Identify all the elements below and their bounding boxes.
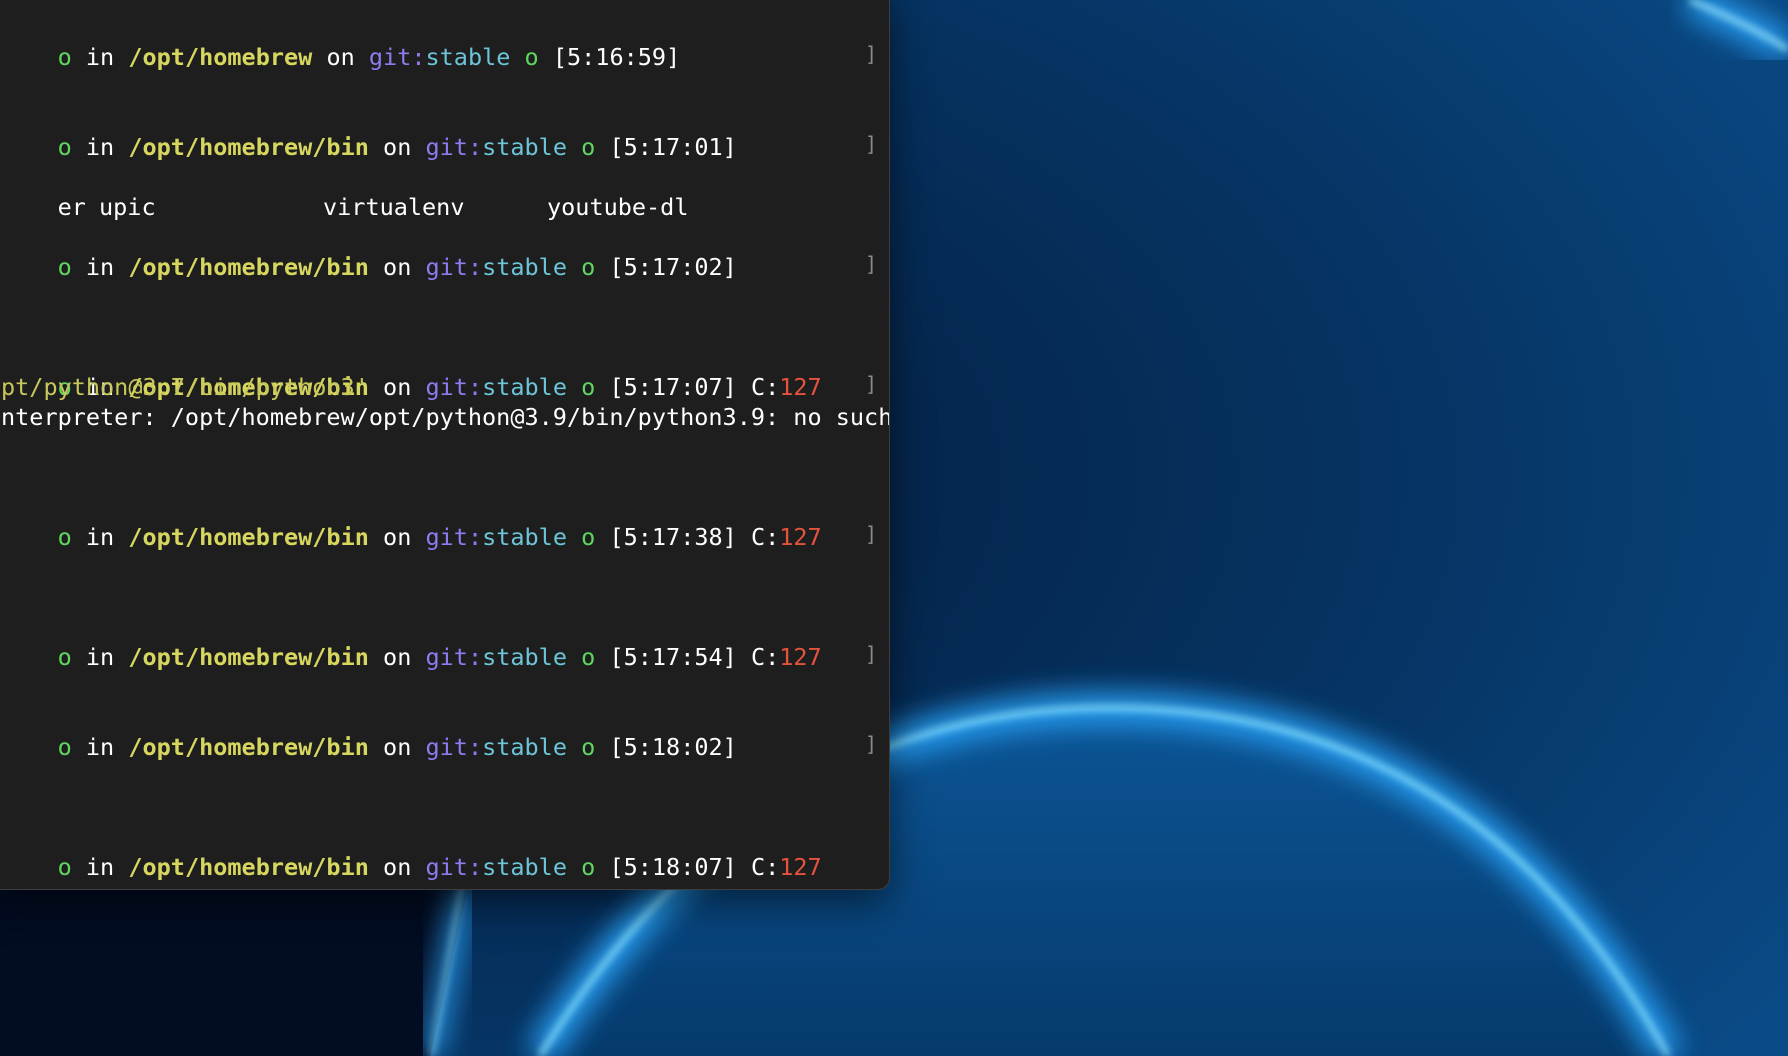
prompt-path: /opt/homebrew/bin [128,853,369,881]
prompt-line-2: o in /opt/homebrew/bin on git:stable o [… [1,102,737,192]
python-alias-line: pt/python@3.7/bin/python3' [1,373,369,401]
prompt-line-7: o in /opt/homebrew/bin on git:stable o [… [1,702,737,792]
prompt-time: [5:18:07] [609,853,737,881]
prompt-in: in [85,853,115,881]
prompt-mark: o [57,43,72,71]
git-prefix: git: [425,373,483,401]
prompt-line-6: o in /opt/homebrew/bin on git:stable o [… [1,612,822,702]
ls-entry: youtube-dl [547,193,689,221]
prompt-on: on [383,373,412,401]
prompt-on: on [383,643,412,671]
git-status: o [581,853,596,881]
right-prompt-bracket: ] [865,522,878,546]
git-prefix: git: [425,523,483,551]
prompt-time: [5:17:07] [609,373,737,401]
right-prompt-bracket: ] [865,642,878,666]
git-prefix: git: [425,253,483,281]
prompt-in: in [85,733,115,761]
prompt-on: on [383,733,412,761]
terminal-window[interactable]: o in /opt/homebrew on git:stable o [5:16… [0,0,890,890]
prompt-mark: o [57,253,72,281]
prompt-path: /opt/homebrew/bin [128,733,369,761]
git-branch: stable [482,523,567,551]
prompt-path: /opt/homebrew/bin [128,643,369,671]
error-line: nterpreter: /opt/homebrew/opt/python@3.9… [1,403,890,431]
prompt-line-5: o in /opt/homebrew/bin on git:stable o [… [1,492,822,582]
prompt-time: [5:17:38] [609,523,737,551]
prompt-path: /opt/homebrew [128,43,313,71]
right-prompt-bracket: ] [865,732,878,756]
prompt-in: in [85,643,115,671]
git-prefix: git: [425,133,483,161]
prompt-time: [5:17:54] [609,643,737,671]
git-status: o [581,733,596,761]
prompt-mark: o [57,853,72,881]
exit-code: 127 [779,373,822,401]
prompt-line-8: o in /opt/homebrew/bin on git:stable o [… [1,822,822,889]
ls-entry: er [57,193,86,221]
prompt-on: on [383,253,412,281]
git-status: o [581,523,596,551]
exit-code-label: C: [750,373,780,401]
prompt-in: in [85,523,115,551]
git-branch: stable [482,253,567,281]
prompt-in: in [85,253,115,281]
exit-code-label: C: [750,523,780,551]
git-branch: stable [482,133,567,161]
exit-code: 127 [779,523,822,551]
git-branch: stable [482,373,567,401]
ls-entry: virtualenv [323,193,465,221]
prompt-in: in [85,133,115,161]
right-prompt-bracket: ] [865,372,878,396]
prompt-path: /opt/homebrew/bin [128,133,369,161]
ls-entry: upic [99,193,156,221]
git-branch: stable [425,43,511,71]
prompt-on: on [326,43,355,71]
git-prefix: git: [425,853,483,881]
prompt-line-1: o in /opt/homebrew on git:stable o [5:16… [1,12,681,102]
git-status: o [524,43,539,71]
right-prompt-bracket: ] [865,42,878,66]
git-prefix: git: [425,733,483,761]
right-prompt-bracket: ] [865,252,878,276]
exit-code-label: C: [750,853,780,881]
prompt-path: /opt/homebrew/bin [128,253,369,281]
prompt-mark: o [57,523,72,551]
git-status: o [581,253,596,281]
prompt-in: in [85,43,115,71]
prompt-on: on [383,523,412,551]
prompt-time: [5:18:02] [609,733,737,761]
prompt-time: [5:17:01] [609,133,737,161]
prompt-time: [5:17:02] [609,253,737,281]
exit-code-label: C: [750,643,780,671]
prompt-mark: o [57,133,72,161]
git-prefix: git: [425,643,483,671]
exit-code: 127 [779,853,822,881]
git-status: o [581,373,596,401]
prompt-mark: o [57,733,72,761]
prompt-on: on [383,853,412,881]
git-status: o [581,643,596,671]
prompt-path: /opt/homebrew/bin [128,523,369,551]
exit-code: 127 [779,643,822,671]
git-status: o [581,133,596,161]
prompt-time: [5:16:59] [552,43,681,71]
right-prompt-bracket: ] [865,132,878,156]
prompt-mark: o [57,643,72,671]
git-branch: stable [482,733,567,761]
prompt-on: on [383,133,412,161]
git-branch: stable [482,643,567,671]
git-prefix: git: [368,43,426,71]
git-branch: stable [482,853,567,881]
prompt-line-3: o in /opt/homebrew/bin on git:stable o [… [1,222,737,312]
